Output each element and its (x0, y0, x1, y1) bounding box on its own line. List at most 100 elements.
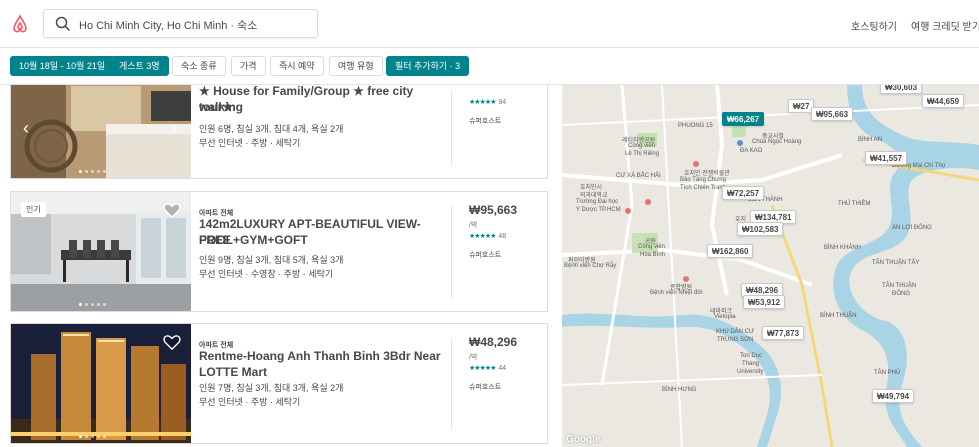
price-box: ★★★★★ 94 슈퍼호스트 (460, 85, 545, 178)
map-label: TÂN THUẬN (882, 283, 917, 289)
per-night-label: /박 (469, 222, 478, 229)
search-icon (55, 16, 71, 32)
map-price-pin[interactable]: ₩30,603 (880, 85, 923, 94)
superhost-label: 슈퍼호스트 (469, 118, 502, 125)
filter-room-type[interactable]: 숙소 종류 (172, 56, 226, 76)
map-label: Công viên (628, 143, 656, 149)
map-label: University (737, 369, 764, 375)
map-label: ĐA KAO (740, 148, 763, 154)
map-label: 호지민 전쟁박물관 (684, 171, 730, 177)
map-label: Hòa Bình (640, 252, 666, 258)
search-input[interactable]: Ho Chi Minh City, Ho Chi Minh · 숙소 (43, 9, 318, 38)
map-label: KHU DÂN CƯ (716, 329, 755, 335)
map[interactable]: PHUONG 15 레티지엥공원 Công viên Lê Thị Riêng … (562, 85, 979, 447)
heart-icon[interactable] (163, 202, 181, 218)
host-link[interactable]: 호스팅하기 (851, 18, 897, 33)
rating-stars: ★★★★★ 44 (469, 365, 507, 372)
rating-stars: ★★★★★ 94 (469, 99, 507, 106)
map-label: Lê Thị Riêng (625, 151, 659, 157)
filter-more[interactable]: 필터 추가하기 · 3 (386, 56, 470, 76)
listing-price: ₩48,296 (469, 335, 518, 349)
map-label: Vietopia (714, 314, 736, 320)
listing-title-2[interactable]: LOTTE Mart (199, 364, 449, 380)
map-price-pin[interactable]: ₩41,557 (865, 151, 908, 165)
listing-capacity: 인원 7명, 침실 3개, 침대 3개, 욕실 2개 (199, 383, 344, 393)
photo-dots (79, 170, 106, 173)
google-logo: Google (566, 434, 601, 445)
map-price-pin[interactable]: ₩102,583 (737, 222, 784, 236)
rating-stars: ★★★★★ 48 (469, 233, 507, 240)
card-divider (451, 338, 452, 430)
map-label: 의과대학교 (580, 193, 608, 199)
filter-dates[interactable]: 10월 18일 - 10월 21일 (10, 56, 115, 76)
map-label: Bảo Tàng Chứng (680, 177, 726, 183)
travel-credit-link[interactable]: 여행 크레딧 받기 (911, 18, 979, 33)
filter-bar: 10월 18일 - 10월 21일 게스트 3명 숙소 종류 가격 즉시 예약 … (0, 48, 979, 85)
review-count: 44 (498, 365, 507, 372)
map-label: BÌNH KHÁNH (824, 245, 862, 251)
listing-amenities: 무선 인터넷 · 주방 · 세탁기 (199, 397, 301, 407)
map-label: Công viên (638, 244, 666, 250)
listing-capacity: 인원 6명, 침실 3개, 침대 4개, 욕실 2개 (199, 124, 344, 134)
listing-photo-image (11, 85, 191, 178)
listing-info: 아파트 전체 142m2LUXURY APT-BEAUTIFUL VIEW-FR… (199, 192, 444, 311)
prev-photo-icon[interactable]: ‹ (23, 118, 29, 139)
price-box: ₩48,296 /박 ★★★★★ 44 슈퍼호스트 (460, 324, 545, 443)
listing-price: ₩95,663 (469, 203, 518, 217)
map-price-pin[interactable]: ₩95,663 (811, 107, 854, 121)
listing-photo[interactable]: 인기 (11, 192, 191, 311)
map-label: BÌNH THUẬN (820, 313, 857, 319)
heart-icon[interactable] (163, 334, 181, 350)
map-label: Tích Chiến Tranh (680, 185, 727, 191)
map-label: TÂN THUẬN TÂY (872, 260, 920, 266)
card-divider (451, 90, 452, 166)
superhost-label: 슈퍼호스트 (469, 252, 502, 259)
map-price-pin-selected[interactable]: ₩66,267 (722, 112, 765, 126)
listing-title-2[interactable]: tour★ (199, 99, 449, 115)
photo-dots (79, 303, 106, 306)
listing-info: ★ House for Family/Group ★ free city wal… (199, 85, 444, 178)
filter-trip-type[interactable]: 여행 유형 (329, 56, 383, 76)
listing-card[interactable]: ‹ › ★ House for Family/Group ★ free city… (10, 85, 548, 179)
top-bar: Ho Chi Minh City, Ho Chi Minh · 숙소 호스팅하기… (0, 0, 979, 48)
map-label: CƯ XÁ BẮC HẢI (616, 173, 661, 179)
map-label: Thang (742, 361, 760, 367)
listing-pane: ‹ › ★ House for Family/Group ★ free city… (0, 85, 562, 447)
map-label: THỦ THIÊM (838, 201, 871, 207)
map-price-pin[interactable]: ₩53,912 (743, 295, 786, 309)
card-divider (451, 206, 452, 298)
map-price-pin[interactable]: ₩49,794 (872, 389, 915, 403)
map-label: Y Dược TP.HCM (576, 207, 621, 213)
map-label: TRUNG SƠN (717, 337, 754, 343)
map-label: BÌNH HƯNG (662, 387, 697, 393)
listing-amenities: 무선 인터넷 · 수영장 · 주방 · 세탁기 (199, 269, 334, 279)
listing-photo[interactable] (11, 324, 191, 443)
map-label: PHUONG 15 (678, 123, 713, 129)
next-photo-icon[interactable]: › (171, 118, 177, 139)
listing-photo[interactable]: ‹ › (11, 85, 191, 178)
superhost-label: 슈퍼호스트 (469, 384, 502, 391)
listing-title-2[interactable]: POOL+GYM+GOFT (199, 232, 449, 248)
map-label: Trường Đại học (576, 199, 619, 205)
listing-amenities: 무선 인터넷 · 주방 · 세탁기 (199, 138, 301, 148)
map-label: ĐÔNG (892, 291, 910, 297)
search-text: Ho Chi Minh City, Ho Chi Minh · 숙소 (79, 20, 258, 32)
listing-info: 아파트 전체 Rentme-Hoang Anh Thanh Binh 3Bdr … (199, 324, 444, 443)
listing-card[interactable]: 인기 아파트 전체 142m2LUXURY APT-BEAUTIFUL VIEW… (10, 191, 548, 312)
filter-instant-book[interactable]: 즉시 예약 (270, 56, 324, 76)
map-price-pin[interactable]: ₩44,659 (922, 94, 965, 108)
listing-card[interactable]: 아파트 전체 Rentme-Hoang Anh Thanh Binh 3Bdr … (10, 323, 548, 444)
photo-dots (79, 435, 106, 438)
review-count: 94 (498, 99, 507, 106)
per-night-label: /박 (469, 354, 478, 361)
price-box: ₩95,663 /박 ★★★★★ 48 슈퍼호스트 (460, 192, 545, 311)
map-price-pin[interactable]: ₩77,873 (762, 326, 805, 340)
map-price-pin[interactable]: ₩72,257 (722, 186, 765, 200)
filter-price[interactable]: 가격 (231, 56, 266, 76)
map-price-pin[interactable]: ₩162,860 (707, 244, 754, 258)
listing-title[interactable]: Rentme-Hoang Anh Thanh Binh 3Bdr Near (199, 348, 449, 364)
airbnb-logo-icon[interactable] (10, 14, 30, 34)
filter-guests[interactable]: 게스트 3명 (110, 56, 169, 76)
map-label: Chùa Ngọc Hoàng (752, 139, 802, 145)
map-label: BÌNH AN (858, 137, 883, 143)
